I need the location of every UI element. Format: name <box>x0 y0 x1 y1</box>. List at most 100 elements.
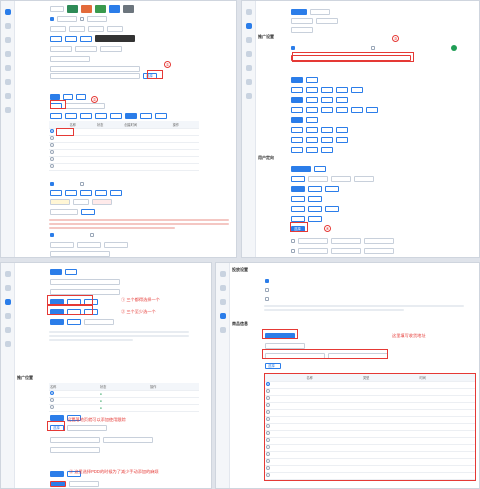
table-row[interactable] <box>265 437 475 445</box>
table-row[interactable] <box>265 472 475 480</box>
table-row[interactable]: ● <box>49 397 199 405</box>
step-marker: ④ <box>324 225 331 232</box>
nav-icon[interactable] <box>4 313 11 319</box>
tab-row <box>17 111 232 120</box>
highlight-box <box>47 305 93 315</box>
form-row <box>17 287 207 296</box>
nav-icon[interactable] <box>219 285 226 291</box>
form-row <box>258 75 475 84</box>
nav-icon[interactable] <box>4 79 11 85</box>
nav-icon[interactable] <box>4 23 11 29</box>
checkbox[interactable] <box>50 16 54 21</box>
table-row[interactable] <box>265 430 475 438</box>
highlight-box <box>292 52 414 62</box>
ad-setup-panel-3: ① 三个都得选择一个 ② 三个至少选一个 推广位置 名称 状态 操作 ● ● ● 选… <box>0 262 212 489</box>
table-row[interactable] <box>265 458 475 466</box>
nav-icon[interactable] <box>4 271 11 277</box>
left-nav <box>242 1 256 257</box>
nav-icon[interactable] <box>4 327 11 333</box>
placement-table: 名称 状态 操作 ● ● ● <box>49 383 199 412</box>
form-row <box>258 174 475 183</box>
form-row <box>258 7 475 16</box>
table-row[interactable] <box>265 416 475 424</box>
text-lines <box>264 303 464 313</box>
table-row[interactable] <box>49 163 199 171</box>
nav-icon[interactable] <box>219 299 226 305</box>
form-row <box>17 197 232 206</box>
form-row <box>258 204 475 213</box>
table-row[interactable] <box>49 142 199 150</box>
option-thumb[interactable] <box>67 4 78 13</box>
table-row[interactable] <box>265 402 475 410</box>
nav-icon[interactable] <box>245 65 252 71</box>
highlight-box <box>56 128 74 136</box>
nav-icon[interactable] <box>4 341 11 347</box>
form-row <box>17 44 232 53</box>
table-row[interactable] <box>49 149 199 157</box>
table-row[interactable]: ● <box>49 404 199 412</box>
nav-icon[interactable] <box>4 65 11 71</box>
table-row[interactable] <box>265 409 475 417</box>
section-title: 用户定向 <box>258 155 274 160</box>
nav-icon[interactable] <box>4 37 11 43</box>
nav-icon[interactable] <box>4 51 11 57</box>
table-row[interactable] <box>265 395 475 403</box>
form-row <box>17 240 232 249</box>
table-row[interactable] <box>265 444 475 452</box>
nav-icon[interactable] <box>219 313 226 319</box>
option-box[interactable] <box>50 5 64 12</box>
table-row[interactable] <box>49 135 199 143</box>
text-lines <box>49 329 189 343</box>
nav-icon[interactable] <box>245 93 252 99</box>
nav-icon[interactable] <box>4 285 11 291</box>
form-row <box>258 115 475 124</box>
option-thumb[interactable] <box>95 4 106 13</box>
nav-icon[interactable] <box>219 327 226 333</box>
highlight-box <box>262 329 298 339</box>
status-dot: ● <box>100 405 102 410</box>
form-row <box>258 105 475 114</box>
nav-icon[interactable] <box>245 79 252 85</box>
form-row <box>258 43 475 52</box>
form-row <box>17 14 232 23</box>
form-row: 选择 <box>17 423 207 432</box>
form-row <box>258 65 475 74</box>
form-row <box>258 184 475 193</box>
table-row[interactable] <box>49 156 199 164</box>
table-row[interactable] <box>265 451 475 459</box>
annotation-note: 设置落地页就可以添加使用跟踪 <box>67 417 126 422</box>
table-row[interactable]: ● <box>49 390 199 398</box>
nav-icon[interactable] <box>4 93 11 99</box>
nav-icon[interactable] <box>4 9 11 15</box>
nav-icon[interactable] <box>245 37 252 43</box>
table-row[interactable] <box>265 388 475 396</box>
form-row <box>258 125 475 134</box>
option-thumb[interactable] <box>123 4 134 13</box>
option-thumb[interactable] <box>81 4 92 13</box>
table-row[interactable] <box>265 465 475 473</box>
nav-icon[interactable] <box>4 299 11 305</box>
nav-icon[interactable] <box>245 23 252 29</box>
form-row <box>17 188 232 197</box>
form-row <box>17 4 232 13</box>
nav-icon[interactable] <box>219 271 226 277</box>
form-row: 选择 <box>232 361 475 370</box>
annotation-note: 这里填写收货地址 <box>392 333 426 338</box>
table-row[interactable] <box>265 381 475 389</box>
table-row[interactable] <box>265 423 475 431</box>
form-row <box>17 54 232 63</box>
highlight-box <box>47 295 93 305</box>
nav-icon[interactable] <box>245 51 252 57</box>
highlight-box <box>50 100 66 109</box>
left-nav <box>216 263 230 488</box>
nav-icon[interactable] <box>4 107 11 113</box>
select-button[interactable]: 选择 <box>265 362 281 369</box>
option-thumb[interactable] <box>109 4 120 13</box>
form-row <box>232 276 475 285</box>
form-row <box>258 236 475 245</box>
left-nav <box>1 263 15 488</box>
status-icon <box>451 44 457 51</box>
nav-icon[interactable] <box>245 9 252 15</box>
form-row <box>17 307 207 316</box>
form-row <box>17 207 232 216</box>
